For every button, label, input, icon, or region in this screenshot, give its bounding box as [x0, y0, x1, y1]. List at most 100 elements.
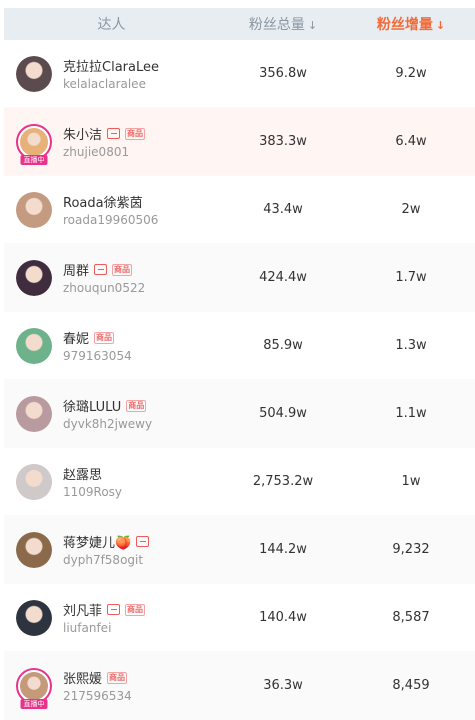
- talent-name[interactable]: 徐璐LULU: [63, 396, 121, 415]
- avatar-image: [16, 531, 52, 568]
- tv-icon: [94, 264, 108, 275]
- talent-cell: 蒋梦婕儿🍑 dyph7f58ogit: [4, 531, 219, 568]
- talent-info: 朱小洁 商品 zhujie0801: [63, 124, 146, 159]
- talent-name[interactable]: 赵露思: [63, 464, 102, 483]
- talent-cell: 直播中 张熙媛 商品 217596534: [4, 667, 219, 709]
- name-line: 徐璐LULU 商品: [63, 396, 152, 415]
- table-body: 克拉拉ClaraLee kelalaclaralee 356.8w 9.2w 直播中 朱小…: [4, 40, 475, 720]
- talent-handle: 217596534: [63, 689, 132, 703]
- table-row[interactable]: Roada徐紫茵 roada19960506 43.4w 2w: [4, 176, 475, 244]
- avatar[interactable]: [16, 599, 52, 636]
- name-line: 赵露思: [63, 464, 122, 483]
- fans-total-value: 36.3w: [263, 678, 303, 693]
- avatar[interactable]: [16, 395, 52, 432]
- fans-increase-value: 6.4w: [395, 134, 427, 149]
- avatar-wrapper: [16, 395, 52, 432]
- shop-icon: 商品: [126, 399, 147, 412]
- ranking-table: 达人 粉丝总量 ↓ 粉丝增量 ↓ 克拉拉ClaraLee kelalaclaral…: [4, 8, 475, 720]
- talent-cell: 直播中 朱小洁 商品 zhujie0801: [4, 123, 219, 165]
- name-line: 朱小洁 商品: [63, 124, 146, 143]
- avatar-wrapper: 直播中: [16, 667, 52, 709]
- name-line: 春妮 商品: [63, 328, 132, 347]
- column-header-fans-total-label: 粉丝总量: [248, 17, 305, 33]
- column-header-fans-increase-label: 粉丝增量: [376, 17, 433, 33]
- table-row[interactable]: 克拉拉ClaraLee kelalaclaralee 356.8w 9.2w: [4, 40, 475, 108]
- talent-handle: roada19960506: [63, 213, 159, 227]
- fans-total-value: 43.4w: [263, 202, 303, 217]
- avatar-image: [16, 599, 52, 636]
- tv-icon: [136, 536, 150, 547]
- talent-info: 春妮 商品 979163054: [63, 328, 132, 363]
- talent-cell: 赵露思 1109Rosy: [4, 463, 219, 500]
- talent-info: 克拉拉ClaraLee kelalaclaralee: [63, 56, 159, 91]
- table-row[interactable]: 直播中 朱小洁 商品 zhujie0801 383.3w 6.4w: [4, 108, 475, 176]
- sort-fans-increase-button[interactable]: 粉丝增量 ↓: [347, 14, 475, 34]
- avatar[interactable]: [16, 531, 52, 568]
- table-row[interactable]: 刘凡菲 商品 liufanfei 140.4w 8,587: [4, 584, 475, 652]
- column-header-talent: 达人: [4, 14, 219, 34]
- name-line: Roada徐紫茵: [63, 192, 158, 211]
- talent-info: 徐璐LULU 商品 dyvk8h2jwewy: [63, 396, 152, 431]
- avatar[interactable]: [16, 327, 52, 364]
- table-header: 达人 粉丝总量 ↓ 粉丝增量 ↓: [4, 8, 475, 40]
- talent-info: 周群 商品 zhouqun0522: [63, 260, 145, 295]
- talent-cell: 周群 商品 zhouqun0522: [4, 259, 219, 296]
- fans-total-value: 2,753.2w: [252, 474, 314, 489]
- talent-handle: 979163054: [63, 349, 132, 363]
- avatar-wrapper: [16, 327, 52, 364]
- talent-handle: dyph7f58ogit: [63, 553, 144, 567]
- fans-increase-value: 1.1w: [395, 406, 427, 421]
- fans-increase-value: 9.2w: [395, 66, 427, 81]
- talent-name[interactable]: 春妮: [63, 328, 89, 347]
- talent-name[interactable]: 周群: [63, 260, 89, 279]
- avatar[interactable]: [16, 463, 52, 500]
- talent-name[interactable]: 张熙媛: [63, 668, 102, 687]
- talent-handle: liufanfei: [63, 621, 112, 635]
- fans-increase-value: 8,587: [392, 610, 430, 625]
- avatar-image: [16, 55, 52, 92]
- sort-fans-total-button[interactable]: 粉丝总量 ↓: [219, 14, 347, 34]
- tv-icon: [107, 604, 121, 615]
- fans-increase-value: 2w: [401, 202, 421, 217]
- name-line: 克拉拉ClaraLee: [63, 56, 159, 75]
- table-row[interactable]: 赵露思 1109Rosy 2,753.2w 1w: [4, 448, 475, 516]
- shop-icon: 商品: [125, 127, 146, 140]
- avatar-image: [16, 191, 52, 228]
- fans-increase-value: 1.7w: [395, 270, 427, 285]
- avatar[interactable]: [16, 55, 52, 92]
- tv-icon: [107, 128, 121, 139]
- talent-name[interactable]: 朱小洁: [63, 124, 102, 143]
- shop-icon: 商品: [112, 263, 133, 276]
- avatar-wrapper: [16, 531, 52, 568]
- name-line: 蒋梦婕儿🍑: [63, 532, 150, 551]
- avatar[interactable]: [16, 259, 52, 296]
- live-badge: 直播中: [20, 154, 48, 165]
- fans-total-value: 85.9w: [263, 338, 303, 353]
- table-row[interactable]: 春妮 商品 979163054 85.9w 1.3w: [4, 312, 475, 380]
- fans-total-value: 424.4w: [259, 270, 307, 285]
- talent-cell: Roada徐紫茵 roada19960506: [4, 191, 219, 228]
- fans-increase-value: 9,232: [392, 542, 430, 557]
- fans-total-value: 140.4w: [259, 610, 307, 625]
- name-line: 刘凡菲 商品: [63, 600, 146, 619]
- table-row[interactable]: 徐璐LULU 商品 dyvk8h2jwewy 504.9w 1.1w: [4, 380, 475, 448]
- talent-info: 张熙媛 商品 217596534: [63, 668, 132, 703]
- fans-increase-value: 1.3w: [395, 338, 427, 353]
- talent-cell: 克拉拉ClaraLee kelalaclaralee: [4, 55, 219, 92]
- talent-name[interactable]: Roada徐紫茵: [63, 192, 143, 211]
- talent-name[interactable]: 蒋梦婕儿🍑: [63, 532, 131, 551]
- avatar[interactable]: [16, 191, 52, 228]
- table-row[interactable]: 蒋梦婕儿🍑 dyph7f58ogit 144.2w 9,232: [4, 516, 475, 584]
- fans-increase-value: 1w: [401, 474, 421, 489]
- table-row[interactable]: 周群 商品 zhouqun0522 424.4w 1.7w: [4, 244, 475, 312]
- table-row[interactable]: 直播中 张熙媛 商品 217596534 36.3w 8,459: [4, 652, 475, 720]
- talent-cell: 春妮 商品 979163054: [4, 327, 219, 364]
- talent-name[interactable]: 刘凡菲: [63, 600, 102, 619]
- avatar-image: [16, 327, 52, 364]
- fans-total-value: 383.3w: [259, 134, 307, 149]
- name-line: 张熙媛 商品: [63, 668, 132, 687]
- talent-info: 赵露思 1109Rosy: [63, 464, 122, 499]
- talent-handle: zhujie0801: [63, 145, 130, 159]
- avatar-wrapper: [16, 599, 52, 636]
- talent-name[interactable]: 克拉拉ClaraLee: [63, 56, 159, 75]
